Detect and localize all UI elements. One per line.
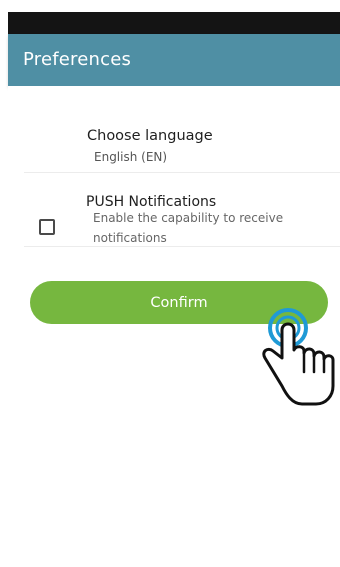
push-notifications-item[interactable]: PUSH Notifications Enable the capability… <box>24 172 340 247</box>
page-title: Preferences <box>23 49 132 70</box>
language-title: Choose language <box>87 128 213 144</box>
hand-tap-icon <box>262 308 335 406</box>
app-bar: Preferences <box>8 34 340 86</box>
language-preference-item[interactable]: Choose language English (EN) <box>24 116 340 173</box>
language-value: English (EN) <box>94 150 168 164</box>
push-notifications-checkbox[interactable] <box>39 219 55 235</box>
push-notifications-description: Enable the capability to receive notific… <box>93 211 284 245</box>
status-bar <box>8 12 340 34</box>
